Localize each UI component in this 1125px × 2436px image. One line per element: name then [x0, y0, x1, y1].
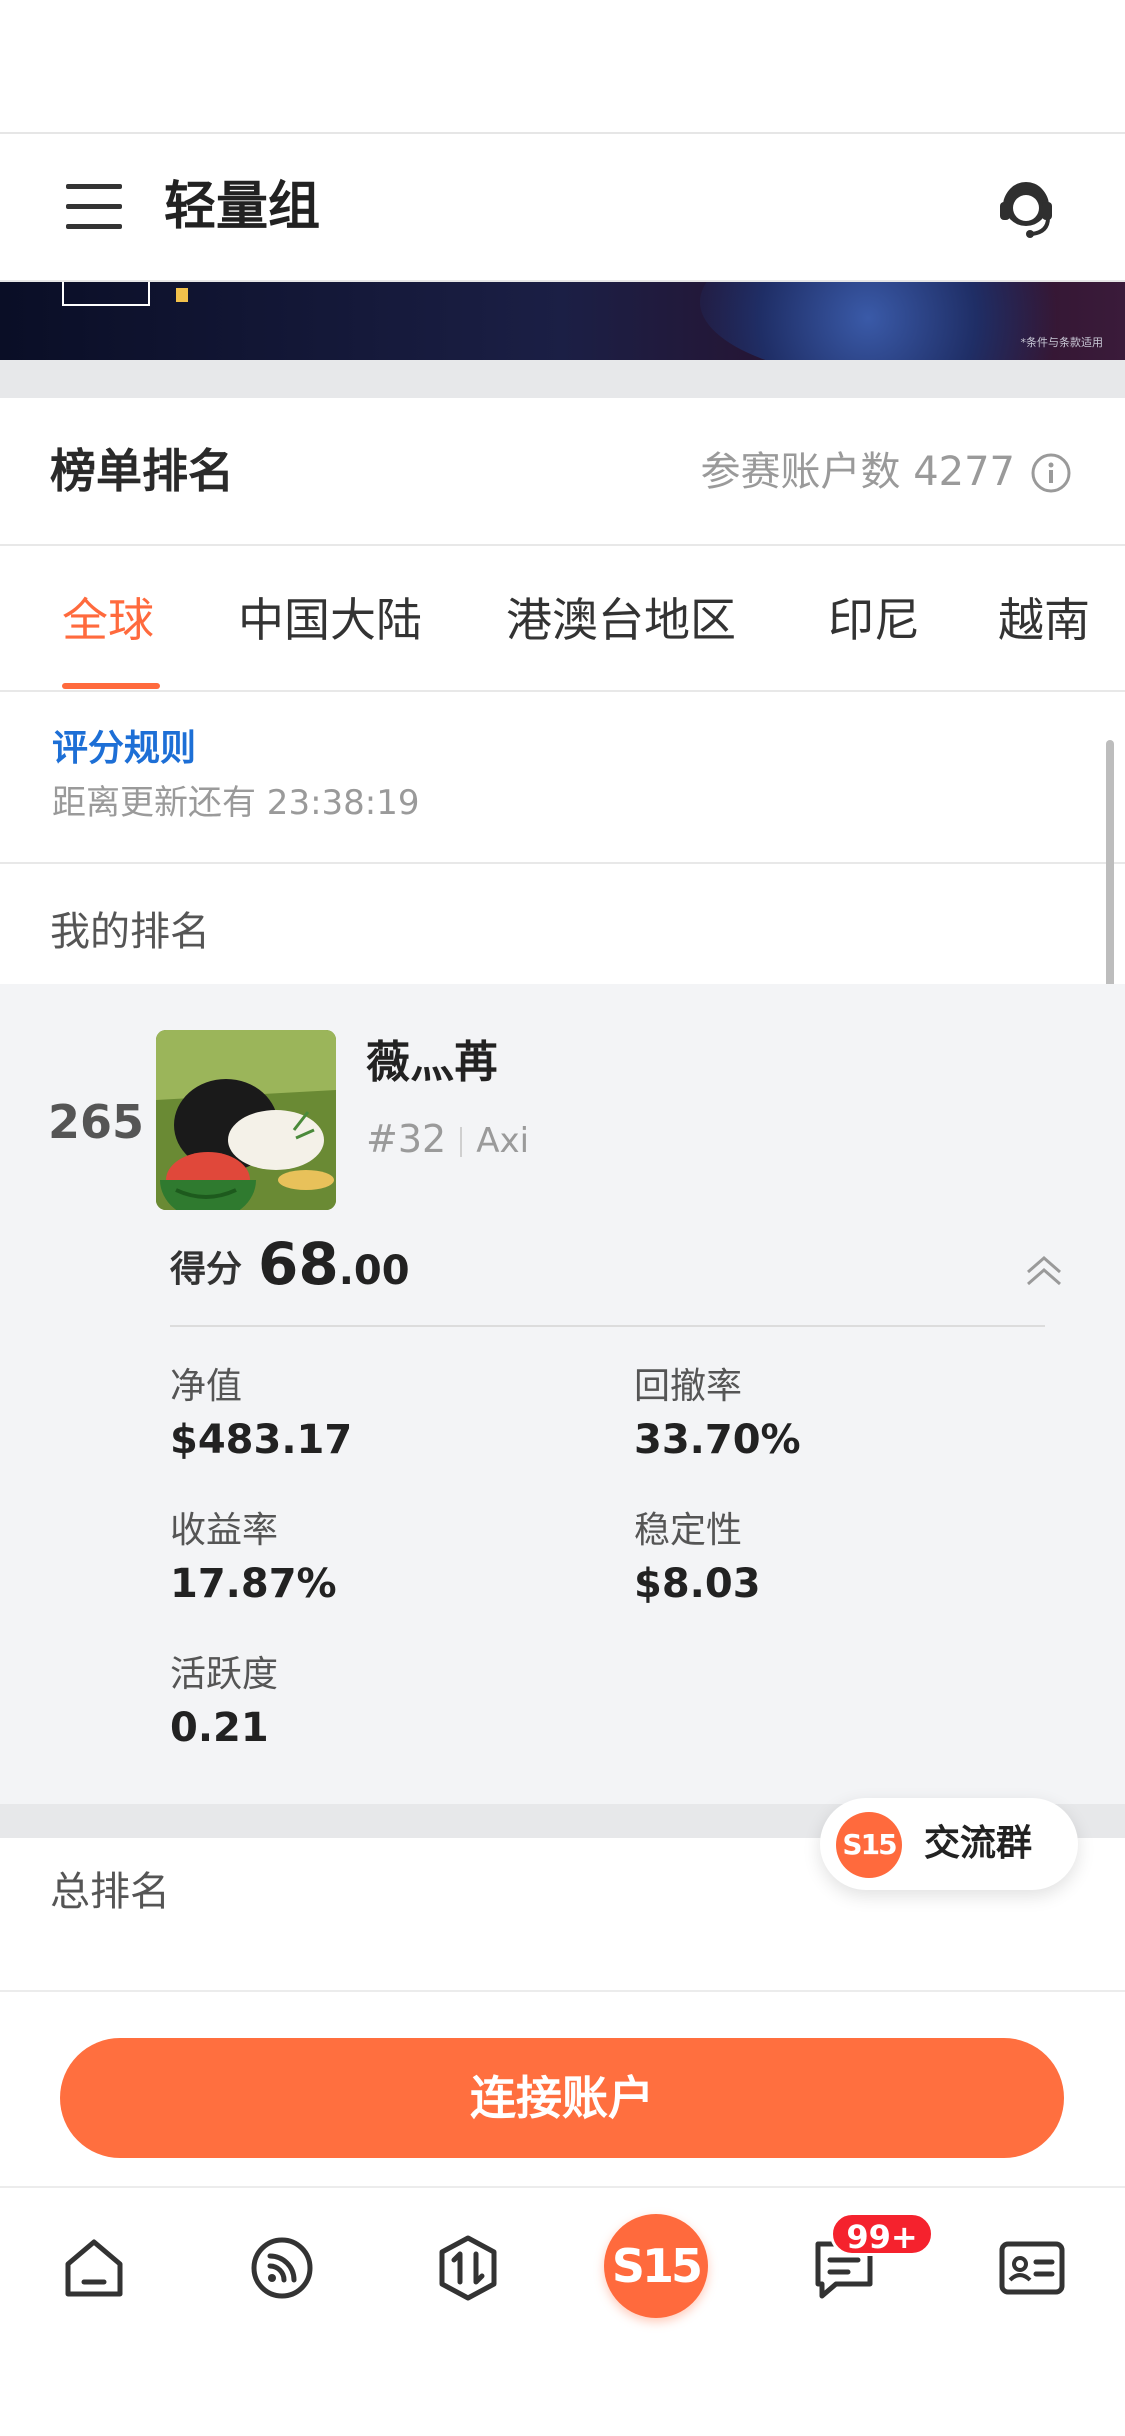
trade-icon[interactable]	[432, 2232, 504, 2304]
drawdown-label: 回撤率	[634, 1366, 743, 1407]
s15-icon[interactable]: S15	[604, 2214, 708, 2318]
score-integer: 68	[258, 1230, 339, 1298]
region-tabs: 全球 中国大陆 港澳台地区 印尼 越南	[0, 548, 1125, 690]
participants-number: 4277	[913, 449, 1015, 495]
update-countdown: 距离更新还有 23:38:19	[52, 783, 420, 823]
user-number: #32	[366, 1117, 447, 1161]
tab-vietnam[interactable]: 越南	[998, 588, 1090, 652]
active-tab-indicator	[62, 683, 160, 689]
profile-card-icon[interactable]	[996, 2232, 1068, 2304]
tab-global[interactable]: 全球	[62, 588, 154, 652]
return-rate-value: 17.87%	[170, 1561, 337, 1607]
chevron-up-icon[interactable]	[1020, 1250, 1068, 1290]
chat-group-label: 交流群	[924, 1823, 1033, 1864]
menu-icon[interactable]	[66, 184, 122, 230]
s15-logo-icon: S15	[836, 1812, 902, 1878]
scoring-rules-link[interactable]: 评分规则	[52, 722, 196, 776]
tab-hk-macau-taiwan[interactable]: 港澳台地区	[506, 588, 736, 652]
tabbar-divider	[0, 2186, 1125, 2188]
score-decimal: .00	[338, 1248, 410, 1294]
connect-account-button[interactable]: 连接账户	[60, 2038, 1064, 2158]
banner-terms-note: *条件与条款适用	[1020, 336, 1104, 349]
total-rank-label: 总排名	[50, 1869, 170, 1915]
stability-label: 稳定性	[634, 1510, 743, 1551]
participants-count: 参赛账户数 4277	[700, 442, 1015, 502]
user-tag: #32 Axi	[366, 1112, 529, 1168]
promo-banner[interactable]: *条件与条款适用	[0, 282, 1125, 360]
page-title: 轻量组	[164, 177, 321, 237]
tab-indonesia[interactable]: 印尼	[828, 588, 920, 652]
app-header: 轻量组	[0, 132, 1125, 282]
divider	[0, 862, 1125, 864]
avatar[interactable]	[156, 1030, 336, 1210]
section-gap	[0, 360, 1125, 398]
rank-number: 265	[48, 1095, 145, 1149]
stability-value: $8.03	[634, 1561, 761, 1607]
chat-group-button[interactable]: S15 交流群	[820, 1798, 1078, 1890]
info-icon[interactable]	[1030, 452, 1072, 494]
user-name: 薇灬苒	[366, 1037, 498, 1088]
my-rank-label: 我的排名	[50, 909, 210, 955]
divider	[0, 544, 1125, 546]
server-name: Axi	[476, 1121, 530, 1161]
divider	[0, 690, 1125, 692]
activity-label: 活跃度	[170, 1654, 279, 1695]
tab-mainland-china[interactable]: 中国大陆	[238, 588, 422, 652]
activity-value: 0.21	[170, 1705, 269, 1751]
score-value: 68.00	[258, 1224, 410, 1311]
home-icon[interactable]	[58, 2232, 130, 2304]
participants-label: 参赛账户数	[700, 449, 901, 495]
score-label: 得分	[170, 1249, 243, 1290]
return-rate-label: 收益率	[170, 1510, 279, 1551]
tag-separator	[460, 1126, 463, 1157]
customer-service-icon[interactable]	[992, 174, 1060, 242]
drawdown-value: 33.70%	[634, 1417, 801, 1463]
card-divider	[170, 1325, 1045, 1327]
feed-icon[interactable]	[246, 2232, 318, 2304]
net-value: $483.17	[170, 1417, 353, 1463]
net-value-label: 净值	[170, 1366, 243, 1407]
leaderboard-title: 榜单排名	[50, 444, 234, 498]
messages-count-badge: 99+	[830, 2212, 934, 2256]
